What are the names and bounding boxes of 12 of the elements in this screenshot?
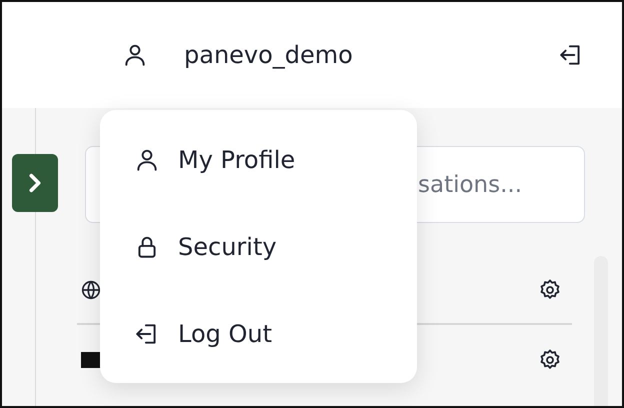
scrollbar-track[interactable] [594,256,608,406]
square-icon [80,349,102,371]
menu-item[interactable]: Security [100,220,417,272]
menu-item[interactable]: My Profile [100,134,417,186]
globe-icon [80,279,102,301]
settings-icon [538,278,562,302]
username[interactable]: panevo_demo [184,41,522,69]
settings-icon [538,348,562,372]
expand-sidebar-button[interactable] [12,154,58,212]
menu-item[interactable]: Log Out [100,308,417,360]
settings-button[interactable] [538,348,562,372]
settings-button[interactable] [538,278,562,302]
